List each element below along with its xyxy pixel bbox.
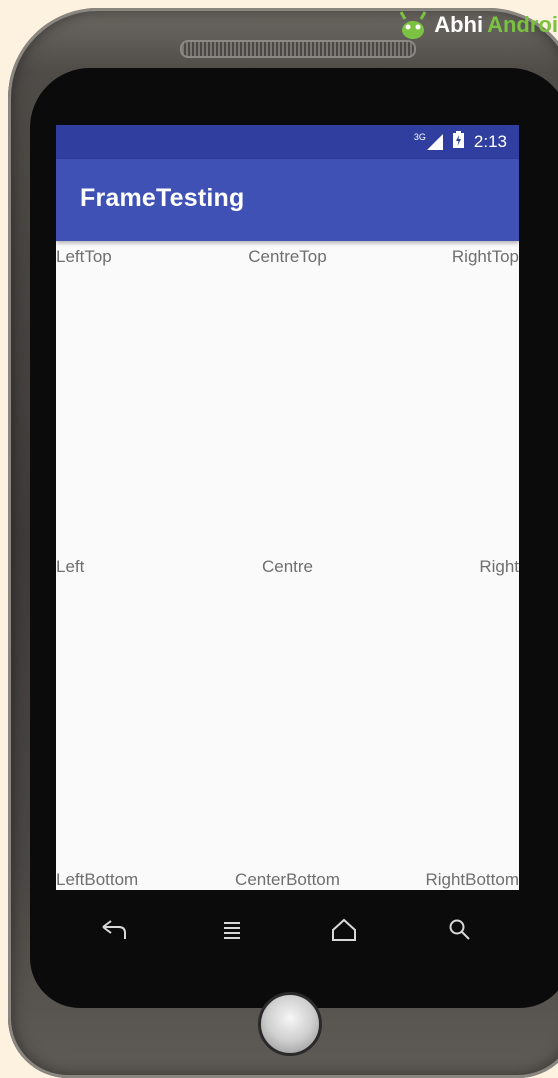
search-icon[interactable] (440, 910, 480, 950)
logo-text-abhi: Abhi (434, 12, 484, 37)
abhiandroid-logo: Abhi Androi (396, 8, 558, 42)
label-right-bottom: RightBottom (425, 870, 519, 889)
battery-icon (452, 131, 464, 153)
device-screen: 3G 2:13 FrameTesting LeftTop CentreTop R… (56, 125, 519, 890)
label-right-top: RightTop (451, 247, 519, 266)
hardware-home-button[interactable] (258, 992, 322, 1056)
label-centre-top: CentreTop (248, 247, 327, 266)
logo-text-android: Androi (487, 12, 558, 37)
home-icon[interactable] (324, 910, 364, 950)
status-icons: 3G 2:13 (414, 131, 507, 153)
app-bar: FrameTesting (56, 159, 519, 241)
android-mascot-icon (396, 10, 430, 40)
back-icon[interactable] (94, 910, 134, 950)
network-type-label: 3G (413, 132, 426, 142)
label-centre: Centre (261, 557, 314, 576)
label-right: Right (479, 557, 519, 576)
app-title: FrameTesting (80, 184, 245, 212)
menu-icon[interactable] (212, 910, 252, 950)
phone-speaker (180, 40, 416, 58)
status-time: 2:13 (473, 132, 507, 151)
signal-3g-icon: 3G (413, 132, 443, 150)
navigation-bar (56, 890, 519, 970)
status-bar: 3G 2:13 (56, 125, 519, 159)
